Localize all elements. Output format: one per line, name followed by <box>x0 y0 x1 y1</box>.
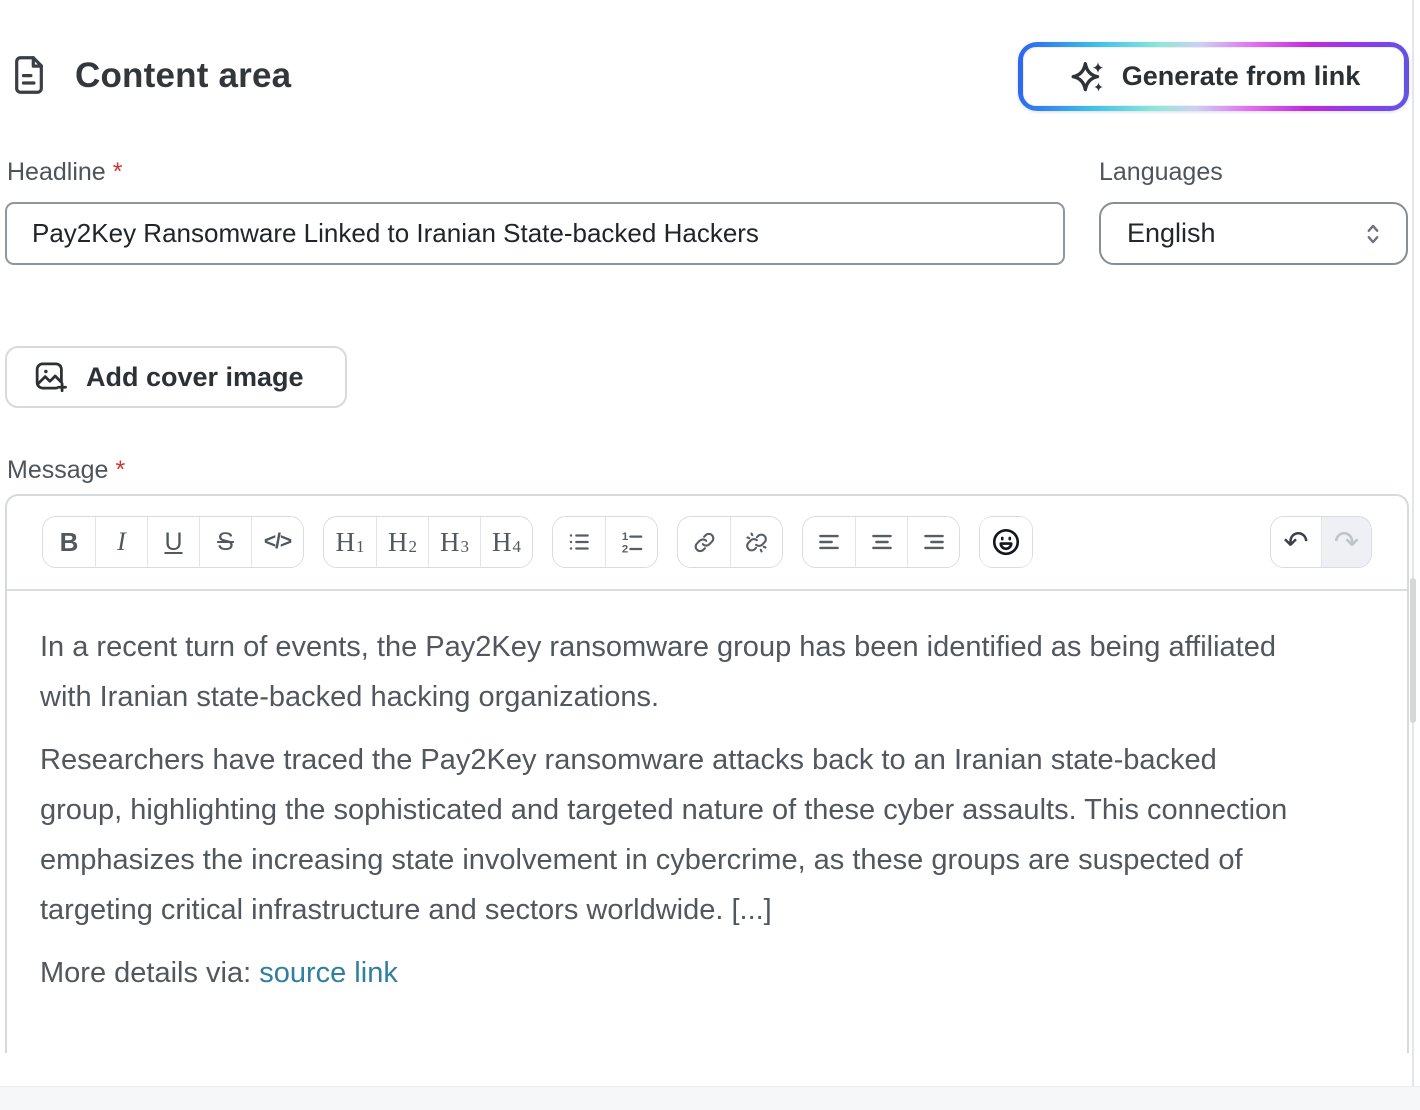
ordered-list-icon: 1 2 <box>619 529 645 555</box>
scrollbar-thumb[interactable] <box>1410 578 1416 723</box>
emoji-smile-icon <box>991 527 1021 557</box>
ordered-list-button[interactable]: 1 2 <box>605 517 657 567</box>
align-left-icon <box>816 529 842 555</box>
redo-button[interactable]: ↷ <box>1321 517 1371 567</box>
add-cover-image-button[interactable]: Add cover image <box>5 346 347 408</box>
unlink-button[interactable] <box>730 517 782 567</box>
bullet-list-icon <box>566 529 592 555</box>
required-asterisk: * <box>113 158 123 186</box>
unlink-icon <box>744 530 769 555</box>
footer-bar <box>0 1086 1420 1110</box>
align-right-icon <box>921 529 947 555</box>
italic-button[interactable]: I <box>95 517 147 567</box>
align-center-icon <box>869 529 895 555</box>
underline-icon: U <box>164 528 182 557</box>
format-button-group: B I U S </> <box>42 516 304 568</box>
link-button-group <box>677 516 783 568</box>
message-paragraph: Researchers have traced the Pay2Key rans… <box>40 735 1300 935</box>
bullet-list-button[interactable] <box>553 517 605 567</box>
link-icon <box>692 530 717 555</box>
bold-icon: B <box>60 527 79 558</box>
source-link[interactable]: source link <box>259 957 398 989</box>
required-asterisk: * <box>115 456 125 484</box>
undo-icon: ↶ <box>1283 525 1308 560</box>
heading-4-icon: H <box>492 527 512 558</box>
sparkles-icon <box>1067 57 1107 97</box>
heading-2-button[interactable]: H2 <box>376 517 428 567</box>
history-button-group: ↶ ↷ <box>1270 516 1372 568</box>
undo-button[interactable]: ↶ <box>1271 517 1321 567</box>
scrollbar-track <box>1412 0 1414 1086</box>
generate-button-label: Generate from link <box>1122 61 1361 92</box>
page-title: Content area <box>75 56 291 96</box>
code-icon: </> <box>264 530 291 554</box>
heading-button-group: H1 H2 H3 H4 <box>323 516 533 568</box>
align-center-button[interactable] <box>855 517 907 567</box>
message-label: Message* <box>7 456 125 485</box>
align-button-group <box>802 516 960 568</box>
underline-button[interactable]: U <box>147 517 199 567</box>
heading-3-icon: H <box>440 527 460 558</box>
code-button[interactable]: </> <box>251 517 303 567</box>
heading-2-icon: H <box>388 527 408 558</box>
headline-label: Headline* <box>7 158 122 187</box>
heading-3-button[interactable]: H3 <box>428 517 480 567</box>
document-icon <box>13 55 45 95</box>
image-plus-icon <box>33 359 69 395</box>
align-left-button[interactable] <box>803 517 855 567</box>
heading-1-icon: H <box>336 527 356 558</box>
svg-text:2: 2 <box>621 543 627 555</box>
heading-4-button[interactable]: H4 <box>480 517 532 567</box>
bold-button[interactable]: B <box>43 517 95 567</box>
add-cover-image-label: Add cover image <box>86 362 304 393</box>
link-button[interactable] <box>678 517 730 567</box>
redo-icon: ↷ <box>1334 525 1359 560</box>
strikethrough-button[interactable]: S <box>199 517 251 567</box>
message-paragraph: In a recent turn of events, the Pay2Key … <box>40 622 1300 722</box>
chevron-up-down-icon <box>1360 219 1386 249</box>
svg-text:1: 1 <box>621 531 627 543</box>
list-button-group: 1 2 <box>552 516 658 568</box>
languages-selected-value: English <box>1127 218 1216 249</box>
align-right-button[interactable] <box>907 517 959 567</box>
strikethrough-icon: S <box>217 528 234 557</box>
headline-input[interactable] <box>5 202 1065 265</box>
italic-icon: I <box>117 527 126 557</box>
editor-toolbar: B I U S </> H1 H2 H3 H4 <box>7 496 1407 591</box>
message-paragraph: More details via: source link <box>40 948 1300 998</box>
message-content-area[interactable]: In a recent turn of events, the Pay2Key … <box>7 591 1407 998</box>
heading-1-button[interactable]: H1 <box>324 517 376 567</box>
languages-select[interactable]: English <box>1099 202 1408 265</box>
emoji-button[interactable] <box>980 517 1032 567</box>
message-editor: B I U S </> H1 H2 H3 H4 <box>5 494 1409 1053</box>
generate-from-link-button[interactable]: Generate from link <box>1018 42 1409 111</box>
emoji-button-group <box>979 516 1033 568</box>
languages-label: Languages <box>1099 158 1223 187</box>
